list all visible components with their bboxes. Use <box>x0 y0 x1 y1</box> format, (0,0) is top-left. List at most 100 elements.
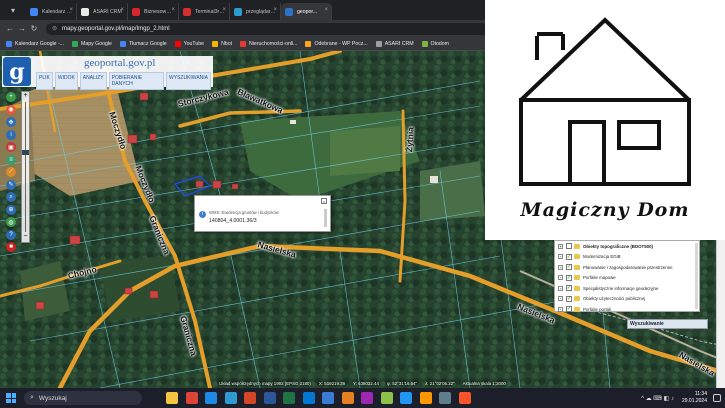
geoportal-menu-item[interactable]: ANALIZY <box>79 72 107 90</box>
app-icon-3[interactable] <box>361 392 373 404</box>
search-tool-icon[interactable]: ⌕ <box>6 192 16 202</box>
taskbar-search[interactable]: ⌕ Wyszukaj <box>24 391 142 405</box>
measure-tool-icon[interactable]: ⟋ <box>6 167 16 177</box>
bookmark-item[interactable]: Otodom <box>421 40 449 47</box>
layer-checkbox[interactable] <box>566 243 572 250</box>
popup-close-icon[interactable]: × <box>321 198 327 204</box>
tab-close-icon[interactable]: × <box>69 7 73 13</box>
globe-tool-icon[interactable]: ◍ <box>6 217 16 227</box>
browser-tab[interactable]: Terminal3r 3 Bur4 mu...× <box>179 3 230 20</box>
address-bar[interactable]: ⊜ mapy.geoportal.gov.pl/imap/Imgp_2.html <box>46 22 516 35</box>
layer-checkbox[interactable]: ✓ <box>566 285 572 292</box>
layer-checkbox[interactable]: ✓ <box>566 306 572 313</box>
zoom-knob[interactable] <box>22 150 29 155</box>
brave-icon[interactable] <box>458 392 471 404</box>
help-tool-icon[interactable]: ? <box>6 229 16 240</box>
popup-scrollbar[interactable] <box>324 209 327 227</box>
tab-list-icon[interactable]: ▾ <box>0 0 26 20</box>
layer-checkbox[interactable]: ✓ <box>566 274 572 281</box>
browser-tab[interactable]: przeglądarka-ekw.ms...× <box>230 3 281 20</box>
layer-checkbox[interactable]: ✓ <box>566 264 572 271</box>
layers-scrollbar[interactable] <box>695 243 698 309</box>
layer-expand-icon[interactable]: + <box>558 243 563 249</box>
browser-tab[interactable]: Biznesowa poczta em...× <box>128 3 179 20</box>
layer-expand-icon[interactable]: + <box>558 275 563 281</box>
bookmark-favicon-icon <box>6 40 12 47</box>
geoportal-menu-item[interactable]: WYSZUKIWANIA <box>166 72 211 90</box>
layer-expand-icon[interactable]: + <box>558 264 563 270</box>
select-tool-icon[interactable]: ◉ <box>6 104 16 115</box>
store-icon[interactable] <box>224 392 237 404</box>
tab-close-icon[interactable]: × <box>171 7 175 13</box>
bookmark-item[interactable]: ASARI CRM <box>375 40 414 47</box>
zoom-out-icon[interactable]: − <box>22 233 29 241</box>
bookmark-item[interactable]: Kalendarz Google -... <box>6 40 64 47</box>
bookmark-item[interactable]: Odebrane - WP Pocz... <box>305 40 368 47</box>
layers-tool-icon[interactable]: ≡ <box>6 154 16 165</box>
bookmark-item[interactable]: Mapy Google <box>72 40 112 47</box>
geoportal-menu-item[interactable]: WIDOK <box>54 72 78 90</box>
excel-icon[interactable] <box>283 392 295 404</box>
app-icon-7[interactable] <box>439 392 451 404</box>
layer-expand-icon[interactable]: + <box>558 254 563 260</box>
zoom-track[interactable] <box>25 102 26 232</box>
file-explorer-icon[interactable] <box>166 392 178 404</box>
geoportal-logo[interactable]: g <box>3 57 31 86</box>
layer-expand-icon[interactable]: + <box>558 296 563 302</box>
popup-parcel-id[interactable]: 140804_4.0001.36/3 <box>209 218 257 224</box>
powerpoint-icon[interactable] <box>244 392 256 404</box>
layer-item[interactable]: + ✓ Specjalistyczne informacje geodezyjne <box>555 283 699 294</box>
browser-tab[interactable]: Kalendarz Google - T...× <box>26 3 77 20</box>
bookmark-item[interactable]: Nbot <box>212 40 232 47</box>
geoportal-menu-item[interactable]: PLIK <box>36 72 53 90</box>
edit-tool-icon[interactable]: ✎ <box>6 179 16 190</box>
outlook-icon[interactable] <box>302 392 315 404</box>
info-icon: i <box>199 211 206 218</box>
forward-icon[interactable]: → <box>16 24 28 33</box>
tab-close-icon[interactable]: × <box>273 7 277 13</box>
info-tool-icon[interactable]: i <box>6 129 16 140</box>
search-panel-header[interactable]: Wyszukiwanie <box>627 319 708 329</box>
back-icon[interactable]: ← <box>4 24 16 33</box>
bookmark-item[interactable]: Tłumacz Google <box>119 40 167 47</box>
tab-close-icon[interactable]: × <box>120 7 124 13</box>
windows-start-icon[interactable] <box>6 393 16 403</box>
layer-item[interactable]: + ✓ Obiekty użyteczności publicznej <box>555 294 699 305</box>
app-icon-5[interactable] <box>400 392 412 404</box>
layer-item[interactable]: + Obiekty topograficzne (BDOT500) <box>555 241 699 252</box>
layer-item[interactable]: + ✓ Planowanie i zagospodarowanie przestrz… <box>555 262 699 273</box>
site-info-icon[interactable]: ⊜ <box>52 25 57 32</box>
layer-expand-icon[interactable]: + <box>558 285 563 291</box>
bookmark-item[interactable]: YouTube <box>174 40 204 47</box>
zoom-in-icon[interactable]: + <box>22 92 29 100</box>
app-icon-2[interactable] <box>341 392 354 404</box>
stop-tool-icon[interactable]: ■ <box>6 242 16 252</box>
pan-tool-icon[interactable]: ✥ <box>6 117 16 127</box>
bookmark-item[interactable]: Nieruchomości-onli... <box>240 40 297 47</box>
layer-item[interactable]: + ✓ Porfalie mapowe <box>555 273 699 284</box>
layer-checkbox[interactable]: ✓ <box>566 295 572 302</box>
chrome-icon[interactable] <box>185 392 198 404</box>
app-icon-6[interactable] <box>419 392 432 404</box>
print-tool-icon[interactable]: ▣ <box>6 142 16 152</box>
browser-tab[interactable]: geopor... × <box>281 3 332 20</box>
reload-icon[interactable]: ↻ <box>28 24 40 33</box>
geoportal-menu-item[interactable]: POBIERANIE DANYCH <box>108 72 165 90</box>
edge-icon[interactable] <box>205 392 217 404</box>
layer-item[interactable]: + ✓ Porfalie portali <box>555 304 699 315</box>
zoom-tool-icon[interactable]: ⊕ <box>6 204 16 215</box>
notifications-icon[interactable] <box>713 394 721 402</box>
word-icon[interactable] <box>263 392 276 404</box>
zoom-in-tool-icon[interactable]: + <box>6 92 16 102</box>
layer-item[interactable]: + ✓ Modernizacja EGiB <box>555 252 699 263</box>
layer-expand-icon[interactable]: + <box>558 306 563 312</box>
tab-close-icon[interactable]: × <box>222 7 226 13</box>
layer-checkbox[interactable]: ✓ <box>566 253 572 260</box>
app-icon-1[interactable] <box>322 392 334 404</box>
clock[interactable]: 11:34 29.01.2024 <box>682 391 707 405</box>
zoom-slider[interactable]: + − <box>21 91 30 243</box>
tray-icons[interactable]: ^ ☁ ⌨ ◧ ♪ <box>641 395 674 402</box>
tab-close-icon[interactable]: × <box>324 7 328 13</box>
browser-tab[interactable]: ASARI CRM × <box>77 3 128 20</box>
app-icon-4[interactable] <box>380 392 393 404</box>
